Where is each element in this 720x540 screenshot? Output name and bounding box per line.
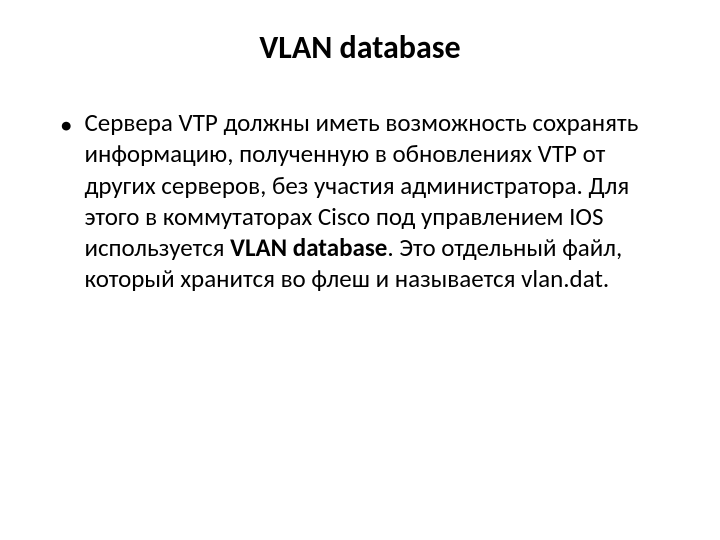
bullet-item: • Сервера VTP должны иметь возможность с…: [60, 107, 670, 295]
bullet-text-bold: VLAN database: [230, 232, 387, 263]
slide-title: VLAN database: [50, 28, 670, 67]
bullet-text: Сервера VTP должны иметь возможность сох…: [84, 107, 670, 295]
bullet-marker: •: [60, 109, 72, 140]
slide-content: • Сервера VTP должны иметь возможность с…: [50, 107, 670, 295]
